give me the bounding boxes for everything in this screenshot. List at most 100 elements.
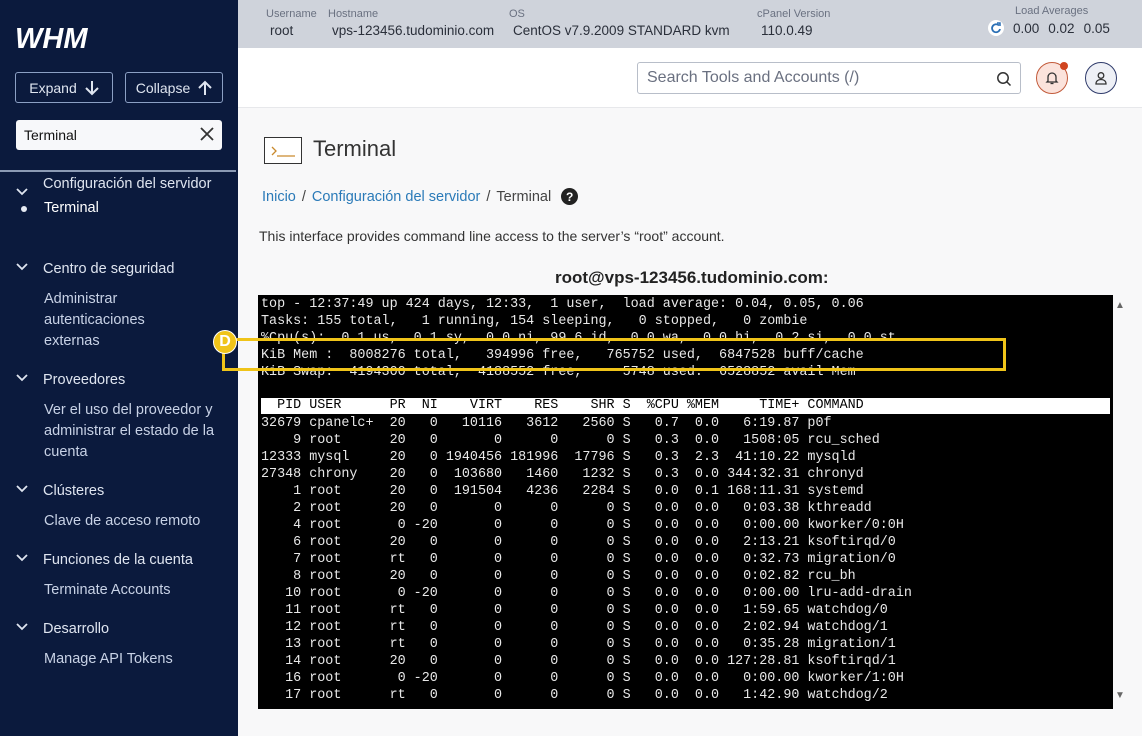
nav-group-header[interactable]: Configuración del servidor	[0, 174, 238, 196]
nav-group-providers: Proveedores Ver el uso del proveedor y a…	[0, 370, 238, 463]
refresh-icon[interactable]	[988, 20, 1004, 36]
process-row: 27348 chrony 20 0 103680 1460 1232 S 0.3…	[261, 467, 864, 482]
collapse-button[interactable]: Collapse	[125, 72, 223, 103]
sidebar-item-terminate-accounts[interactable]: Terminate Accounts	[0, 580, 220, 601]
chevron-down-icon	[15, 263, 28, 271]
process-row: 7 root rt 0 0 0 0 S 0.0 0.0 0:32.73 migr…	[261, 552, 896, 567]
user-menu-button[interactable]	[1085, 62, 1117, 94]
logo-text: WHM	[15, 24, 88, 52]
load-5min: 0.02	[1048, 20, 1075, 36]
tasks-line: Tasks: 155 total, 1 running, 154 sleepin…	[261, 314, 808, 329]
process-row: 2 root 20 0 0 0 0 S 0.0 0.0 0:03.38 kthr…	[261, 501, 872, 516]
info-value: root	[270, 23, 294, 38]
arrow-up-icon	[198, 80, 212, 95]
info-os: OS CentOS v7.9.2009 STANDARD kvm	[509, 8, 730, 38]
process-list: 32679 cpanelc+ 20 0 10116 3612 2560 S 0.…	[261, 415, 1110, 704]
clear-search-icon[interactable]	[199, 126, 215, 142]
process-row: 9 root 20 0 0 0 0 S 0.3 0.0 1508:05 rcu_…	[261, 433, 880, 448]
nav-group-label: Proveedores	[43, 372, 126, 388]
info-load-averages: Load Averages 0.00 0.02 0.05	[988, 5, 1110, 36]
process-row: 14 root 20 0 0 0 0 S 0.0 0.0 127:28.81 k…	[261, 654, 896, 669]
info-label: Username	[266, 8, 317, 20]
arrow-down-icon	[85, 80, 99, 95]
breadcrumb-home[interactable]: Inicio	[262, 189, 296, 205]
nav-group-label: Desarrollo	[43, 621, 110, 637]
chevron-down-icon	[15, 554, 28, 562]
swap-line: KiB Swap: 4194300 total, 4188552 free, 5…	[261, 365, 856, 380]
nav-group-label: Clústeres	[43, 483, 105, 499]
nav-group-label: Centro de seguridad	[43, 261, 175, 277]
info-value: CentOS v7.9.2009 STANDARD kvm	[513, 23, 730, 38]
info-label: cPanel Version	[757, 8, 831, 20]
nav-group-header[interactable]: Centro de seguridad	[0, 259, 238, 280]
info-label: OS	[509, 8, 525, 20]
process-row: 12 root rt 0 0 0 0 S 0.0 0.0 2:02.94 wat…	[261, 620, 888, 635]
sidebar-search-input[interactable]	[24, 127, 194, 143]
process-row: 1 root 20 0 191504 4236 2284 S 0.0 0.1 1…	[261, 484, 864, 499]
breadcrumb-separator: /	[301, 188, 306, 205]
nav-group-header[interactable]: Desarrollo	[0, 619, 238, 640]
process-row: 13 root rt 0 0 0 0 S 0.0 0.0 0:35.28 mig…	[261, 637, 896, 652]
bell-icon	[1045, 72, 1059, 85]
terminal-icon	[264, 137, 302, 164]
process-row: 4 root 0 -20 0 0 0 S 0.0 0.0 0:00.00 kwo…	[261, 518, 904, 533]
main-content: Terminal Inicio / Configuración del serv…	[238, 108, 1142, 736]
info-value: 110.0.49	[761, 23, 813, 38]
info-hostname: Hostname vps-123456.tudominio.com	[328, 8, 494, 38]
process-row: 10 root 0 -20 0 0 0 S 0.0 0.0 0:00.00 lr…	[261, 586, 912, 601]
info-value: vps-123456.tudominio.com	[332, 23, 495, 38]
process-row: 12333 mysql 20 0 1940456 181996 17796 S …	[261, 450, 856, 465]
terminal-window[interactable]: top - 12:37:49 up 424 days, 12:33, 1 use…	[258, 295, 1113, 709]
nav-group-clusters: Clústeres Clave de acceso remoto	[0, 481, 238, 532]
sidebar-search	[16, 120, 222, 150]
scroll-down-arrow[interactable]: ▼	[1113, 690, 1127, 701]
chevron-down-icon	[15, 485, 28, 493]
nav-group-header[interactable]: Clústeres	[0, 481, 238, 502]
nav-group-account-functions: Funciones de la cuenta Terminate Account…	[0, 550, 238, 601]
sidebar-item-provider-usage[interactable]: Ver el uso del proveedor y administrar e…	[0, 400, 218, 463]
nav-group-header[interactable]: Funciones de la cuenta	[0, 550, 238, 571]
whm-logo[interactable]: WHM	[15, 24, 115, 52]
nav-group-server-config: Configuración del servidor Terminal	[0, 174, 238, 219]
sidebar-item-external-auth[interactable]: Administrar autenticaciones externas	[0, 289, 160, 352]
server-info-bar: Username root Hostname vps-123456.tudomi…	[238, 0, 1142, 48]
nav-group-header[interactable]: Proveedores	[0, 370, 238, 391]
help-icon[interactable]: ?	[561, 188, 579, 205]
nav-group-development: Desarrollo Manage API Tokens	[0, 619, 238, 670]
user-icon	[1095, 72, 1107, 85]
breadcrumb-current: Terminal	[496, 188, 552, 205]
global-search	[637, 62, 1021, 94]
process-row: 6 root 20 0 0 0 0 S 0.0 0.0 2:13.21 ksof…	[261, 535, 896, 550]
breadcrumb-server-config[interactable]: Configuración del servidor	[312, 189, 480, 205]
page-description: This interface provides command line acc…	[259, 228, 725, 244]
chevron-down-icon	[15, 623, 28, 631]
info-cpanel-version: cPanel Version 110.0.49	[757, 8, 830, 38]
sidebar-item-remote-access-key[interactable]: Clave de acceso remoto	[0, 511, 220, 532]
info-label: Hostname	[328, 8, 379, 20]
terminal-host-label: root@vps-123456.tudominio.com:	[555, 268, 829, 287]
process-table-header: PID USER PR NI VIRT RES SHR S %CPU %MEM …	[261, 398, 1113, 414]
load-15min: 0.05	[1083, 20, 1110, 36]
chevron-down-icon	[15, 188, 28, 196]
nav-group-label: Funciones de la cuenta	[43, 552, 193, 568]
sidebar: WHM Expand Collapse Configuración del se…	[0, 0, 238, 736]
process-row: 32679 cpanelc+ 20 0 10116 3612 2560 S 0.…	[261, 416, 832, 431]
process-row: 16 root 0 -20 0 0 0 S 0.0 0.0 0:00.00 kw…	[261, 671, 904, 686]
search-icon[interactable]	[996, 71, 1012, 87]
process-row: 17 root rt 0 0 0 0 S 0.0 0.0 1:42.90 wat…	[261, 688, 888, 703]
expand-label: Expand	[29, 79, 77, 96]
breadcrumb: Inicio / Configuración del servidor / Te…	[262, 188, 579, 205]
expand-button[interactable]: Expand	[15, 72, 113, 103]
sidebar-item-manage-api-tokens[interactable]: Manage API Tokens	[0, 649, 220, 670]
process-row: 8 root 20 0 0 0 0 S 0.0 0.0 0:02.82 rcu_…	[261, 569, 856, 584]
sidebar-item-terminal[interactable]: Terminal	[0, 198, 220, 219]
notifications-button[interactable]	[1036, 62, 1068, 94]
breadcrumb-separator: /	[486, 188, 491, 205]
scroll-up-arrow[interactable]: ▲	[1113, 300, 1127, 311]
info-label: Load Averages	[1015, 5, 1089, 17]
top-header	[238, 48, 1142, 108]
sidebar-divider	[0, 170, 236, 172]
top-summary-line: top - 12:37:49 up 424 days, 12:33, 1 use…	[261, 297, 864, 312]
search-tools-input[interactable]	[647, 69, 987, 87]
